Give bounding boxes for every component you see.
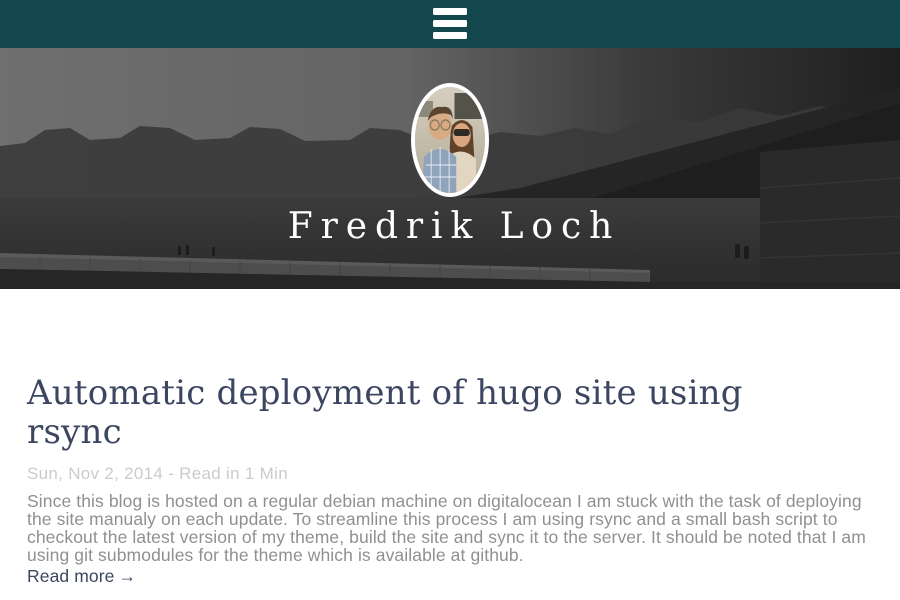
avatar [411, 83, 489, 197]
post-title-link[interactable]: Automatic deployment of hugo site using … [27, 373, 743, 452]
right-arrow-icon: → [118, 566, 136, 586]
post-summary: Automatic deployment of hugo site using … [27, 374, 873, 587]
hero-banner: Fredrik Loch [0, 48, 900, 289]
post-meta: Sun, Nov 2, 2014 - Read in 1 Min [27, 464, 873, 484]
post-list: Automatic deployment of hugo site using … [0, 289, 900, 587]
post-excerpt: Since this blog is hosted on a regular d… [27, 492, 873, 565]
post-title: Automatic deployment of hugo site using … [27, 374, 827, 452]
author-name: Fredrik Loch [0, 206, 900, 247]
hamburger-bar [433, 20, 467, 27]
read-more-label: Read more [27, 566, 114, 586]
hamburger-bar [433, 32, 467, 39]
top-nav-bar [0, 0, 900, 48]
hamburger-bar [433, 8, 467, 15]
hamburger-icon[interactable] [433, 8, 467, 39]
read-more-link[interactable]: Read more→ [27, 566, 136, 587]
